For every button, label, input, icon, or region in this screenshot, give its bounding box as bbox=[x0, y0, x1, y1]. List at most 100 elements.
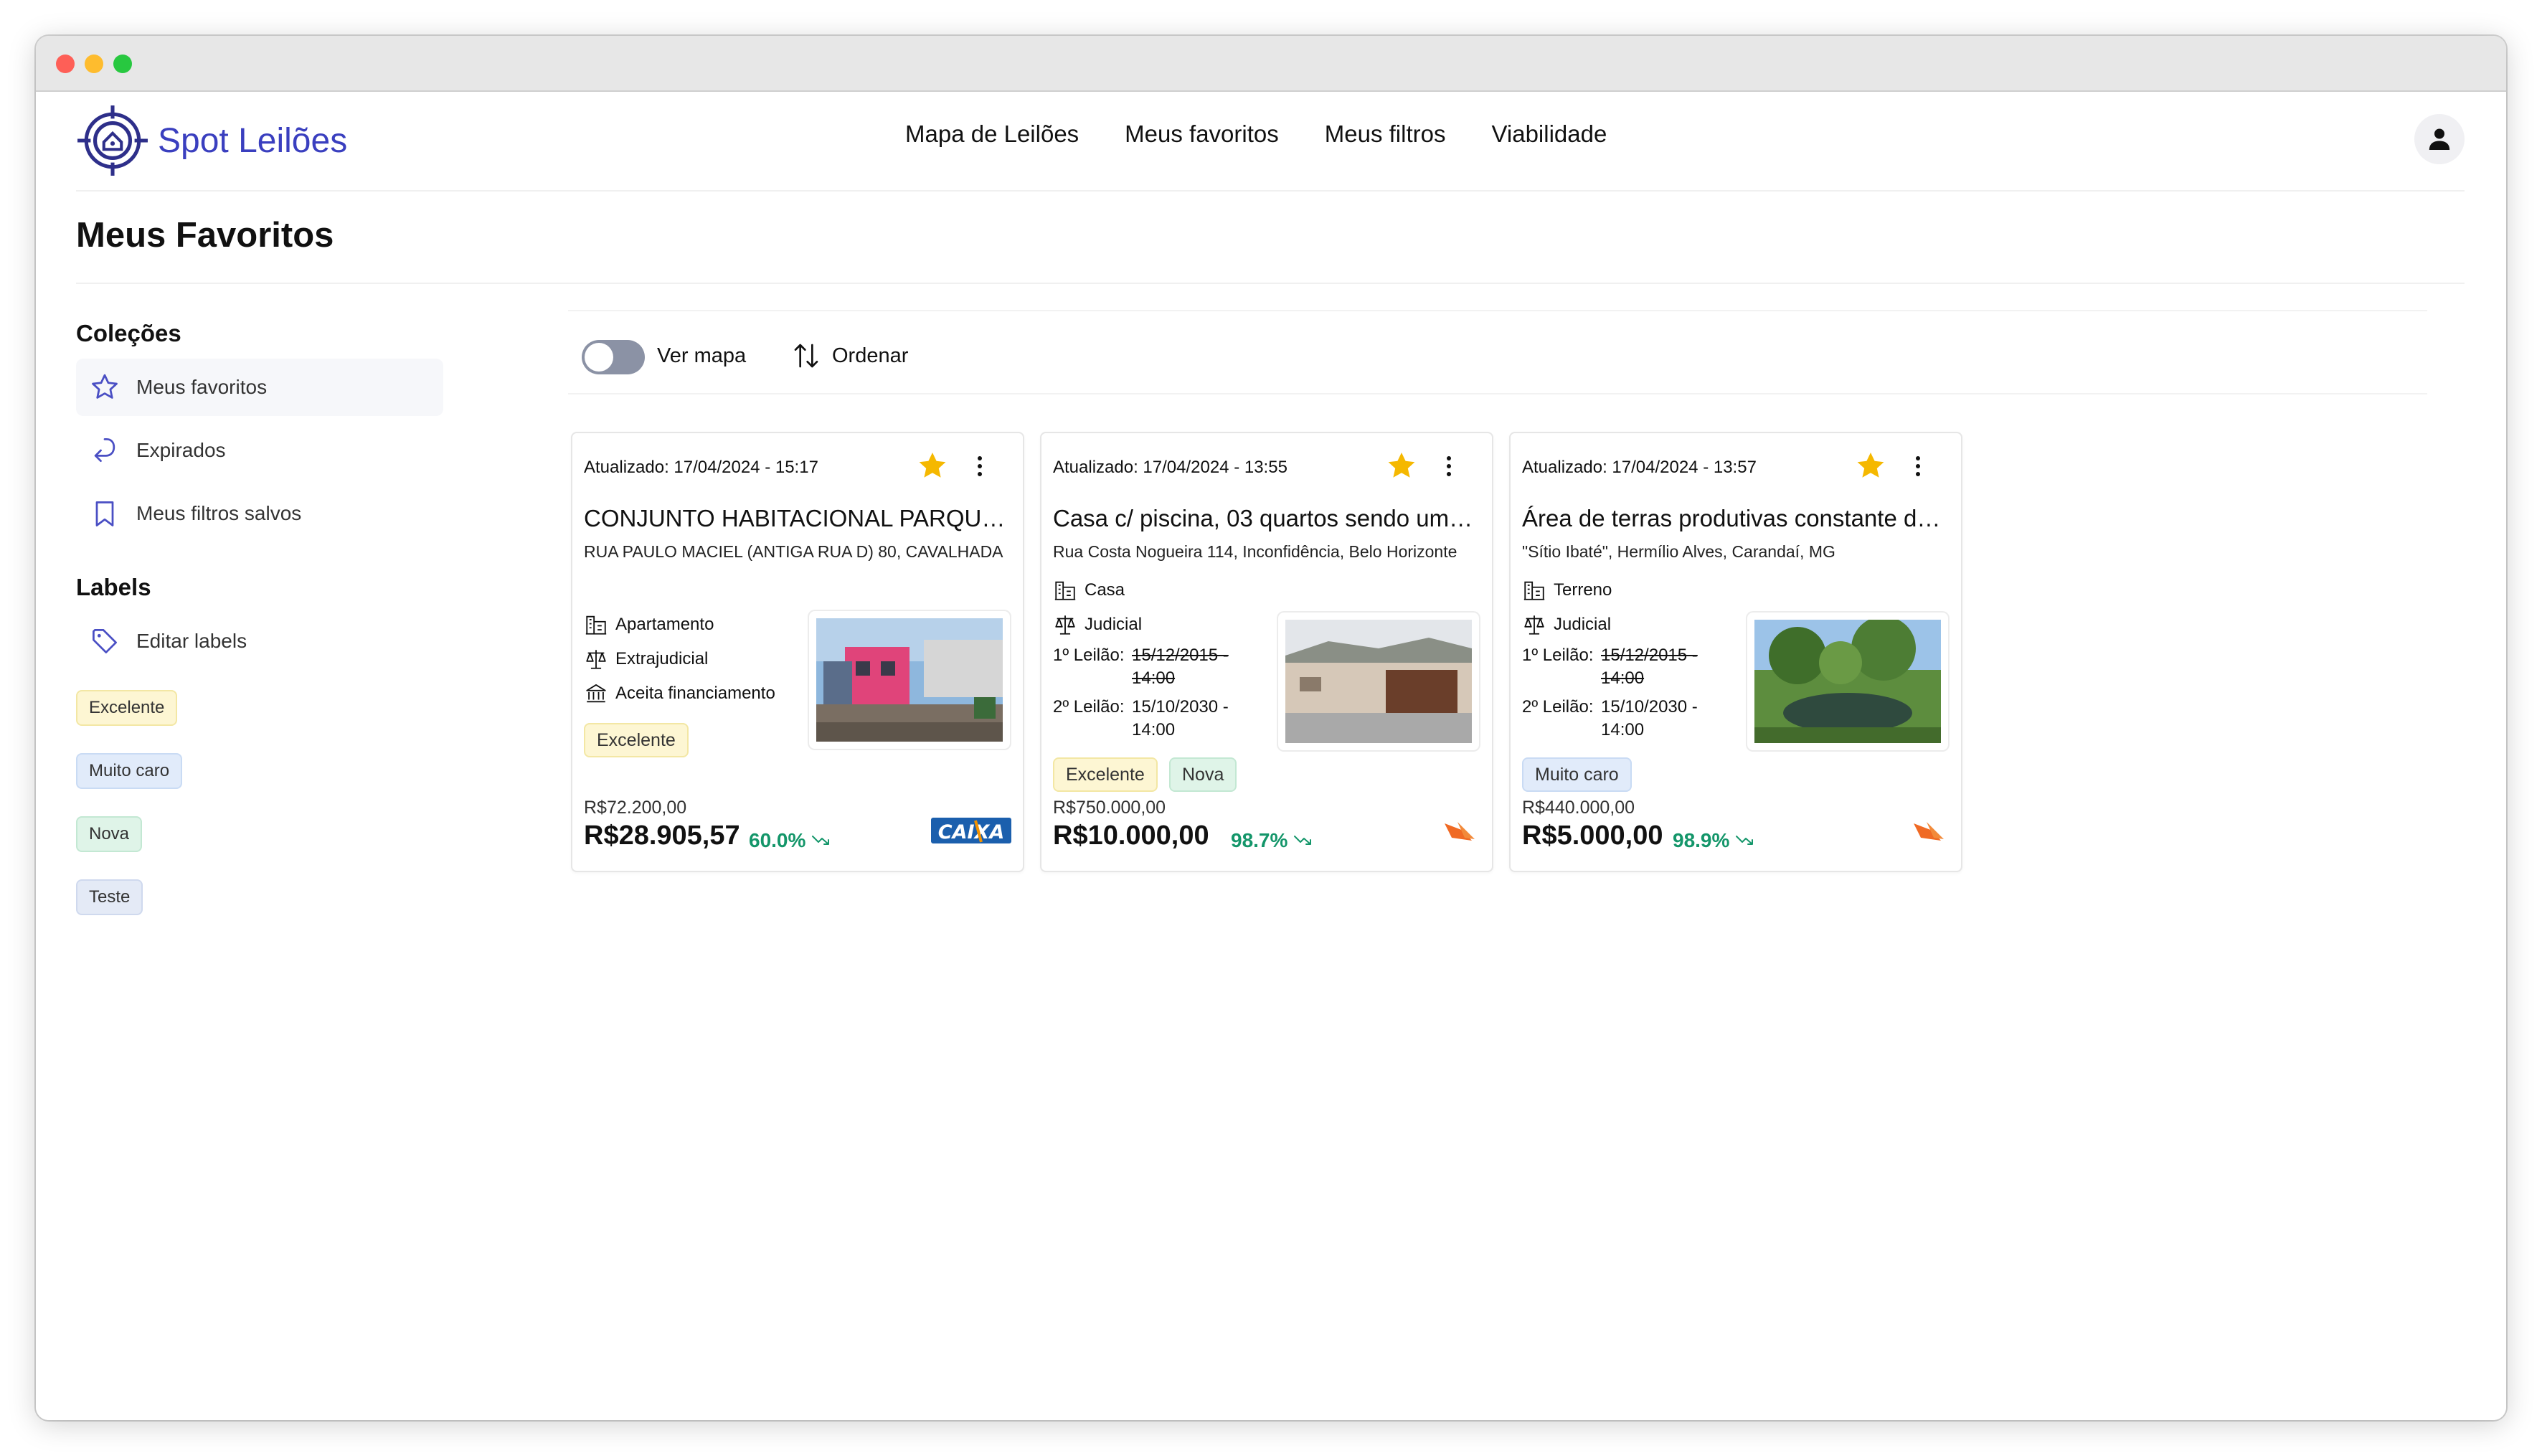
card-discount-value: 98.7% bbox=[1231, 829, 1288, 851]
label-chip-teste[interactable]: Teste bbox=[76, 879, 143, 915]
maximize-window-button[interactable] bbox=[113, 55, 132, 73]
app-name: Spot Leilões bbox=[158, 121, 348, 160]
card-menu-button[interactable] bbox=[1443, 453, 1455, 482]
app-logo[interactable]: Spot Leilões bbox=[76, 105, 347, 176]
card-address: Rua Costa Nogueira 114, Inconfidência, B… bbox=[1053, 542, 1457, 561]
star-icon bbox=[92, 374, 118, 399]
toolbar-top-divider bbox=[568, 310, 2427, 311]
user-icon bbox=[2429, 128, 2450, 150]
sidebar-item-meus-favoritos[interactable]: Meus favoritos bbox=[76, 359, 443, 416]
favorite-star-icon[interactable] bbox=[1853, 449, 1888, 483]
edit-labels-button[interactable]: Editar labels bbox=[76, 613, 443, 670]
first-auction-date: 15/12/2015 - 14:00 bbox=[1601, 646, 1698, 688]
nav-mapa-de-leiloes[interactable]: Mapa de Leilões bbox=[905, 120, 1079, 148]
map-view-toggle[interactable] bbox=[582, 340, 645, 374]
property-card[interactable]: Atualizado: 17/04/2024 - 13:57 Área de t… bbox=[1509, 432, 1962, 872]
browser-window: Spot Leilões Mapa de Leilões Meus favori… bbox=[36, 36, 2506, 1420]
auctioneer-logo-icon bbox=[1914, 822, 1944, 841]
property-card[interactable]: Atualizado: 17/04/2024 - 15:17 CONJUNTO … bbox=[571, 432, 1024, 872]
second-auction-label: 2º Leilão: bbox=[1053, 697, 1125, 717]
card-photo[interactable] bbox=[809, 611, 1010, 749]
card-photo[interactable] bbox=[1278, 613, 1479, 750]
card-photo[interactable] bbox=[1747, 613, 1948, 750]
scales-icon bbox=[1055, 615, 1075, 635]
card-original-price: R$72.200,00 bbox=[584, 798, 687, 818]
property-photo-land bbox=[1754, 620, 1941, 743]
card-label-excelente[interactable]: Excelente bbox=[584, 723, 689, 757]
second-auction-label: 2º Leilão: bbox=[1522, 697, 1594, 717]
sidebar-item-meus-filtros-salvos[interactable]: Meus filtros salvos bbox=[76, 485, 443, 542]
nav-meus-favoritos[interactable]: Meus favoritos bbox=[1125, 120, 1279, 148]
minimize-window-button[interactable] bbox=[85, 55, 103, 73]
label-chip-nova[interactable]: Nova bbox=[76, 816, 143, 852]
card-auction-dates: 1º Leilão: 15/12/2015 - 14:00 2º Leilão:… bbox=[1522, 644, 1737, 742]
target-house-logo-icon bbox=[77, 105, 148, 176]
card-label-excelente[interactable]: Excelente bbox=[1053, 757, 1158, 792]
card-auction-dates: 1º Leilão: 15/12/2015 - 14:00 2º Leilão:… bbox=[1053, 644, 1268, 742]
nav-viabilidade[interactable]: Viabilidade bbox=[1491, 120, 1607, 148]
card-label-nova[interactable]: Nova bbox=[1169, 757, 1237, 792]
card-updated-at: Atualizado: 17/04/2024 - 13:55 bbox=[1053, 458, 1287, 477]
card-discount: 60.0% bbox=[749, 829, 831, 852]
card-modality: Judicial bbox=[1053, 613, 1142, 637]
sort-button[interactable]: Ordenar bbox=[832, 344, 908, 368]
card-title[interactable]: CONJUNTO HABITACIONAL PARQUE SÃO JOSÉ bbox=[584, 505, 1014, 532]
building-icon bbox=[585, 615, 607, 635]
property-photo-apartment bbox=[816, 618, 1003, 742]
card-menu-button[interactable] bbox=[1912, 453, 1924, 482]
card-type-text: Apartamento bbox=[615, 615, 714, 634]
app-content: Spot Leilões Mapa de Leilões Meus favori… bbox=[36, 92, 2506, 1420]
sidebar-item-label: Expirados bbox=[136, 439, 226, 461]
page-title: Meus Favoritos bbox=[76, 216, 334, 255]
card-menu-button[interactable] bbox=[974, 453, 986, 482]
second-auction-date: 15/10/2030 - 14:00 bbox=[1132, 697, 1229, 739]
trending-down-icon bbox=[1294, 836, 1312, 845]
bookmark-icon bbox=[95, 501, 114, 526]
sidebar-item-label: Meus filtros salvos bbox=[136, 502, 302, 524]
tag-icon bbox=[93, 629, 117, 653]
sort-arrows-icon[interactable] bbox=[792, 340, 821, 372]
caixa-logo-icon: CAIXA bbox=[931, 818, 1011, 843]
first-auction-date: 15/12/2015 - 14:00 bbox=[1132, 646, 1229, 688]
card-original-price: R$440.000,00 bbox=[1522, 798, 1635, 818]
card-title[interactable]: Casa c/ piscina, 03 quartos sendo uma su… bbox=[1053, 505, 1483, 532]
collections-heading: Coleções bbox=[76, 320, 181, 346]
property-photo-house bbox=[1285, 620, 1472, 743]
card-current-price: R$28.905,57 bbox=[584, 821, 740, 851]
title-divider bbox=[76, 283, 2465, 284]
trending-down-icon bbox=[1736, 836, 1754, 845]
nav-meus-filtros[interactable]: Meus filtros bbox=[1325, 120, 1446, 148]
auctioneer-logo-icon bbox=[1445, 822, 1475, 841]
card-discount-value: 98.9% bbox=[1673, 829, 1730, 851]
first-auction-label: 1º Leilão: bbox=[1522, 646, 1594, 665]
header-divider bbox=[76, 190, 2465, 192]
user-avatar-button[interactable] bbox=[2414, 114, 2465, 164]
labels-heading: Labels bbox=[76, 574, 151, 600]
label-chip-excelente[interactable]: Excelente bbox=[76, 690, 178, 726]
sidebar-item-expirados[interactable]: Expirados bbox=[76, 422, 443, 479]
card-modality-text: Judicial bbox=[1554, 615, 1612, 634]
card-discount-value: 60.0% bbox=[749, 829, 806, 851]
main-nav: Mapa de Leilões Meus favoritos Meus filt… bbox=[905, 120, 1607, 148]
scales-icon bbox=[1524, 615, 1544, 635]
building-icon bbox=[1054, 581, 1076, 600]
scales-icon bbox=[586, 650, 606, 669]
card-discount: 98.9% bbox=[1673, 829, 1755, 852]
favorite-star-icon[interactable] bbox=[915, 449, 950, 483]
property-card[interactable]: Atualizado: 17/04/2024 - 13:55 Casa c/ p… bbox=[1040, 432, 1493, 872]
card-property-type: Terreno bbox=[1522, 578, 1612, 602]
favorite-star-icon[interactable] bbox=[1384, 449, 1419, 483]
close-window-button[interactable] bbox=[56, 55, 75, 73]
building-icon bbox=[1523, 581, 1545, 600]
sidebar-item-label: Meus favoritos bbox=[136, 376, 268, 398]
card-updated-at: Atualizado: 17/04/2024 - 13:57 bbox=[1522, 458, 1757, 477]
card-label-muito-caro[interactable]: Muito caro bbox=[1522, 757, 1632, 792]
card-financing: Aceita financiamento bbox=[584, 681, 775, 706]
card-updated-at: Atualizado: 17/04/2024 - 15:17 bbox=[584, 458, 818, 477]
second-auction-date: 15/10/2030 - 14:00 bbox=[1601, 697, 1698, 739]
card-title[interactable]: Área de terras produtivas constante do i… bbox=[1522, 505, 1952, 532]
map-toggle-label: Ver mapa bbox=[657, 344, 747, 367]
card-current-price: R$10.000,00 bbox=[1053, 821, 1209, 851]
label-chip-muito-caro[interactable]: Muito caro bbox=[76, 753, 183, 789]
toolbar-bottom-divider bbox=[568, 393, 2427, 394]
